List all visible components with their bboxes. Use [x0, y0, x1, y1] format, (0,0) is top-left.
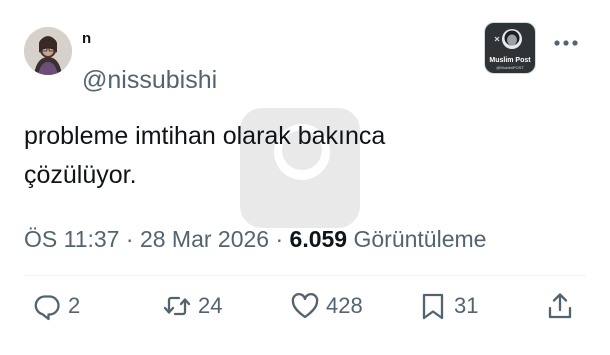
- heart-icon: [291, 293, 319, 319]
- views-label: Görüntüleme: [353, 226, 487, 252]
- meta-separator: ·: [125, 226, 134, 252]
- meta-separator: ·: [275, 226, 284, 252]
- logo-subtitle: @MuslimPOST: [496, 65, 524, 70]
- user-handle[interactable]: @nissubishi: [82, 66, 217, 95]
- more-icon: [554, 40, 578, 46]
- reply-button[interactable]: 2: [32, 289, 80, 323]
- tweet-date[interactable]: 28 Mar 2026: [140, 226, 269, 252]
- tweet-meta: ÖS 11:37 · 28 Mar 2026 · 6.059 Görüntüle…: [24, 226, 486, 253]
- logo-title: Muslim Post: [489, 57, 531, 64]
- bookmark-count: 31: [454, 293, 479, 318]
- avatar[interactable]: [24, 27, 72, 75]
- bookmark-button[interactable]: 31: [418, 289, 478, 323]
- tweet-text: probleme imtihan olarak bakınca çözülüyo…: [24, 117, 544, 195]
- reply-count: 2: [68, 293, 81, 318]
- reply-icon: [34, 295, 60, 321]
- share-icon: [548, 293, 572, 319]
- display-name[interactable]: n: [82, 30, 91, 47]
- muslim-post-logo[interactable]: Muslim Post @MuslimPOST: [485, 23, 535, 73]
- like-button[interactable]: 428: [290, 289, 363, 323]
- tweet-card: n @nissubishi Muslim Post @MuslimPOST pr…: [0, 0, 610, 355]
- share-button[interactable]: [545, 289, 575, 323]
- tweet-time[interactable]: ÖS 11:37: [24, 226, 119, 252]
- retweet-button[interactable]: 24: [162, 289, 222, 323]
- views-count: 6.059: [289, 226, 348, 252]
- like-count: 428: [326, 293, 363, 318]
- retweet-count: 24: [198, 293, 223, 318]
- tweet-text-line: probleme imtihan olarak bakınca: [24, 122, 386, 150]
- tweet-text-line: çözülüyor.: [24, 161, 137, 189]
- retweet-icon: [163, 296, 191, 316]
- avatar-image: [24, 27, 72, 75]
- bookmark-icon: [422, 293, 444, 320]
- divider: [24, 275, 586, 276]
- more-button[interactable]: [550, 30, 582, 56]
